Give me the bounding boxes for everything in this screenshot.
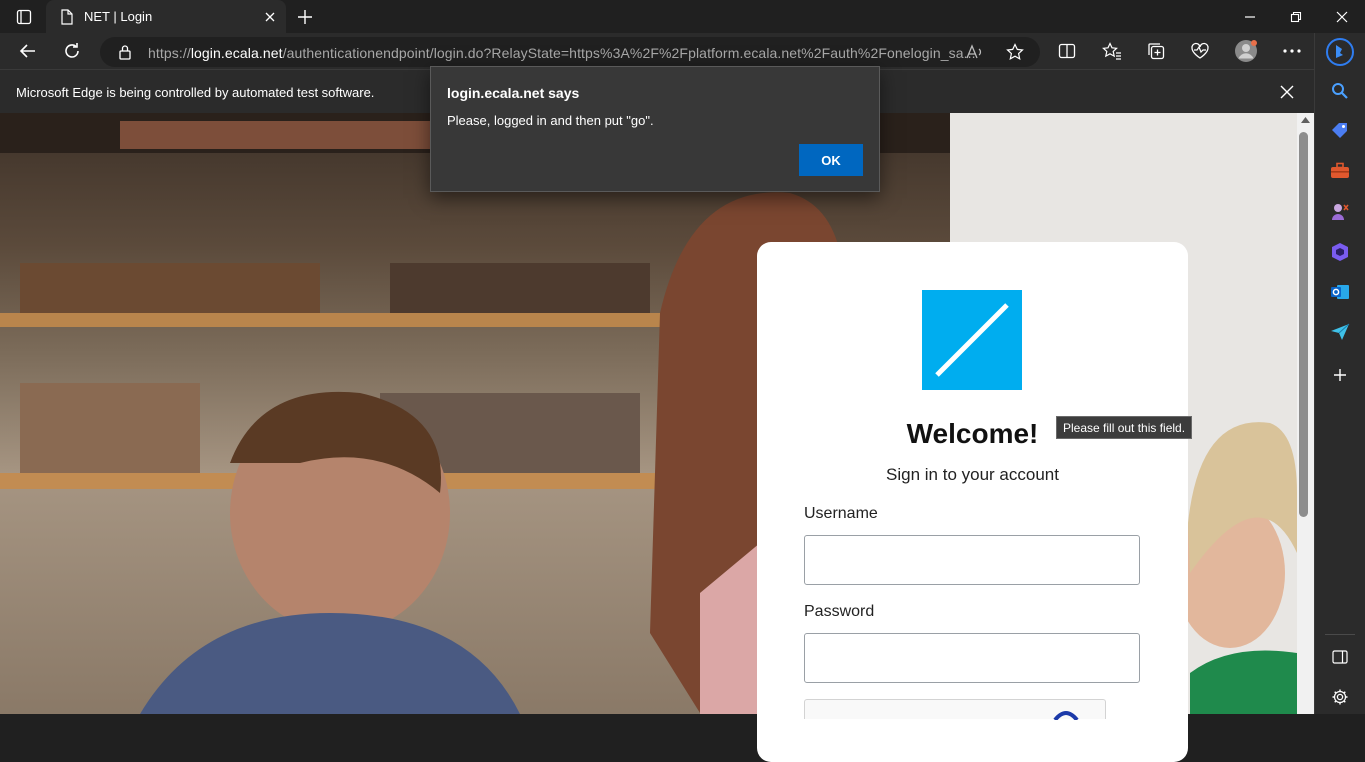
more-options-icon[interactable] [1276,35,1308,67]
shopping-tag-icon[interactable] [1324,115,1356,147]
add-icon[interactable] [1324,359,1356,391]
send-icon[interactable] [1324,316,1356,348]
browser-toolbar: https://login.ecala.net/authenticationen… [0,33,1314,69]
toolbox-icon[interactable] [1324,155,1356,187]
browser-essentials-icon[interactable] [1184,35,1216,67]
favorites-icon[interactable] [1096,35,1128,67]
infobar-message: Microsoft Edge is being controlled by au… [16,85,375,100]
page-icon [60,9,74,30]
url-protocol: https:// [148,45,191,61]
brand-logo [922,290,1022,390]
login-card: Welcome! Sign in to your account Usernam… [757,242,1188,762]
tab-title: NET | Login [84,9,153,24]
restore-icon[interactable] [1273,0,1319,33]
refresh-icon[interactable] [56,35,88,67]
edge-sidebar [1314,33,1365,714]
collections-icon[interactable] [1140,35,1172,67]
ok-button[interactable]: OK [799,144,863,176]
minimize-icon[interactable] [1227,0,1273,33]
username-label: Username [804,505,878,522]
scrollbar-thumb[interactable] [1299,132,1308,517]
validation-tooltip: Please fill out this field. [1056,416,1192,439]
recaptcha-widget[interactable] [804,699,1106,720]
dialog-title: login.ecala.net says [447,85,580,101]
signin-subtitle: Sign in to your account [886,465,1059,484]
outlook-icon[interactable] [1324,276,1356,308]
alert-dialog: login.ecala.net says Please, logged in a… [430,66,880,192]
username-input[interactable] [804,535,1140,585]
tab-actions-icon[interactable] [8,0,40,33]
dialog-message: Please, logged in and then put "go". [447,113,654,128]
close-infobar-icon[interactable] [1280,85,1294,104]
url-path: /authenticationendpoint/login.do?RelaySt… [282,45,976,61]
address-bar[interactable]: https://login.ecala.net/authenticationen… [100,37,1040,67]
settings-icon[interactable] [1324,681,1356,713]
games-icon[interactable] [1324,196,1356,228]
hide-sidebar-icon[interactable] [1324,641,1356,673]
new-tab-icon[interactable] [289,0,321,33]
search-icon[interactable] [1324,75,1356,107]
url-host: login.ecala.net [190,45,283,61]
split-screen-icon[interactable] [1051,35,1083,67]
active-tab[interactable]: NET | Login [46,0,286,33]
url-text: https://login.ecala.net/authenticationen… [148,45,976,61]
sidebar-divider [1325,634,1355,635]
close-tab-icon[interactable] [264,10,276,28]
close-window-icon[interactable] [1319,0,1365,33]
office-icon[interactable] [1324,236,1356,268]
read-aloud-icon[interactable] [966,44,984,65]
password-label: Password [804,603,875,620]
profile-avatar-icon[interactable] [1230,35,1262,67]
favorite-star-icon[interactable] [1006,43,1024,66]
lock-icon[interactable] [118,44,132,65]
tab-bar: NET | Login [0,0,1365,33]
password-input[interactable] [804,633,1140,683]
scroll-up-icon[interactable] [1301,117,1310,123]
recaptcha-icon [1053,711,1079,720]
bing-copilot-icon[interactable] [1324,36,1356,68]
back-icon[interactable] [12,35,44,67]
